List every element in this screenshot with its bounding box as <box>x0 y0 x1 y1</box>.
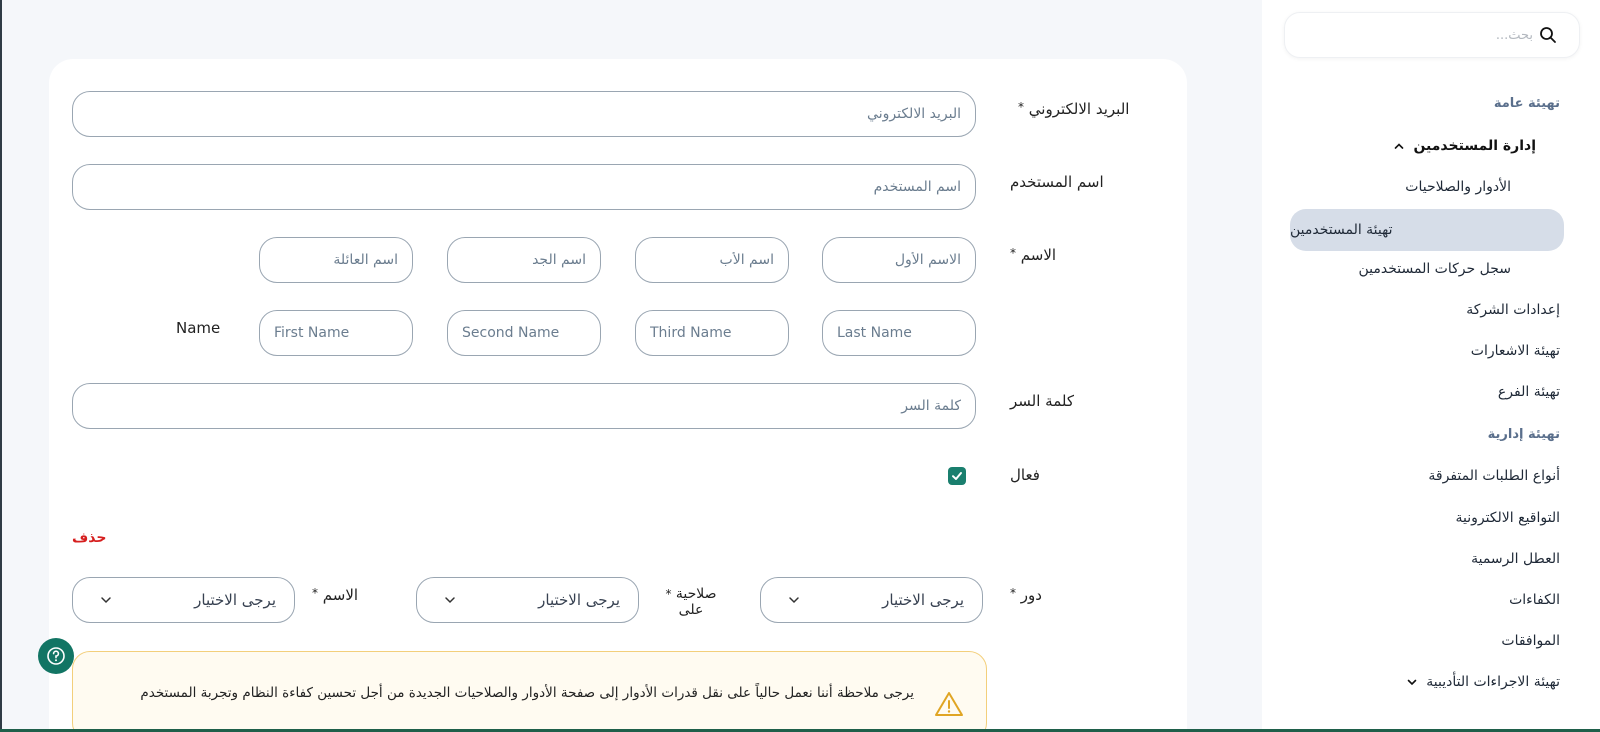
first-name-en-field[interactable] <box>259 310 413 356</box>
sidebar-item-company-settings[interactable]: إعدادات الشركة <box>1466 302 1560 318</box>
delete-link[interactable]: حذف <box>72 530 106 546</box>
sidebar-item-notifications[interactable]: تهيئة الاشعارات <box>1471 343 1560 359</box>
grandfather-name-ar-field[interactable] <box>447 237 601 283</box>
required-mark: * <box>1010 246 1016 260</box>
chevron-down-icon <box>789 597 799 604</box>
sidebar-item-branch[interactable]: تهيئة الفرع <box>1498 384 1560 400</box>
sidebar-item-label: تهيئة المستخدمين <box>1290 222 1393 238</box>
warning-icon <box>935 692 963 716</box>
search-box <box>1284 12 1580 58</box>
role-label-text: دور <box>1020 586 1042 604</box>
sidebar-item-roles[interactable]: الأدوار والصلاحيات <box>1405 179 1511 195</box>
name-en-label: Name <box>176 319 221 337</box>
help-button[interactable] <box>38 638 74 674</box>
second-name-en-field[interactable] <box>447 310 601 356</box>
required-mark: * <box>312 586 318 600</box>
permission-label-line2: على <box>678 602 704 618</box>
sidebar-item-request-types[interactable]: أنواع الطلبات المتفرقة <box>1428 468 1560 484</box>
email-label-text: البريد الالكتروني <box>1028 100 1130 118</box>
name-label-text: الاسم <box>1020 246 1057 264</box>
required-mark: * <box>1018 100 1024 114</box>
sidebar-item-label: إدارة المستخدمين <box>1413 138 1536 154</box>
sidebar-item-disciplinary[interactable]: تهيئة الاجراءات التأديبية <box>1406 674 1560 690</box>
sidebar-item-competencies[interactable]: الكفاءات <box>1509 592 1560 608</box>
sidebar-item-user-management[interactable]: إدارة المستخدمين <box>1393 138 1536 154</box>
permission-label: صلاحية * على <box>658 586 724 618</box>
search-input[interactable] <box>1333 24 1533 46</box>
role-select[interactable]: يرجى الاختيار <box>760 577 983 623</box>
sidebar-item-e-signatures[interactable]: التواقيع الالكترونية <box>1455 510 1560 526</box>
chevron-up-icon <box>1395 143 1404 149</box>
question-mark-icon <box>47 647 65 665</box>
section-admin-title: تهيئة إدارية <box>1487 427 1560 442</box>
role-label: دور * <box>1010 586 1042 604</box>
third-name-en-field[interactable] <box>635 310 789 356</box>
scope-name-label-text: الاسم <box>322 586 359 604</box>
required-mark: * <box>1010 586 1016 600</box>
father-name-ar-field[interactable] <box>635 237 789 283</box>
scope-name-select[interactable]: يرجى الاختيار <box>72 577 295 623</box>
chevron-down-icon <box>1407 679 1417 686</box>
password-label: كلمة السر <box>1010 392 1074 410</box>
sidebar-item-holidays[interactable]: العطل الرسمية <box>1471 551 1560 567</box>
sidebar: تهيئة عامة إدارة المستخدمين الأدوار والص… <box>1262 0 1600 732</box>
name-label: الاسم * <box>1010 246 1056 264</box>
username-label: اسم المستخدم <box>1010 173 1104 191</box>
window-left-border <box>0 0 2 732</box>
roles-notice: يرجى ملاحظة أننا نعمل حالياً على نقل قدر… <box>72 651 987 732</box>
role-select-value: يرجى الاختيار <box>882 591 964 609</box>
permission-select-value: يرجى الاختيار <box>538 591 620 609</box>
active-label: فعال <box>1010 466 1040 484</box>
username-field[interactable] <box>72 164 976 210</box>
email-field[interactable] <box>72 91 976 137</box>
password-field[interactable] <box>72 383 976 429</box>
required-mark: * <box>665 587 672 601</box>
sidebar-item-user-setup[interactable]: تهيئة المستخدمين <box>1290 209 1564 251</box>
chevron-down-icon <box>101 597 111 604</box>
chevron-down-icon <box>445 597 455 604</box>
section-general-title: تهيئة عامة <box>1493 96 1560 111</box>
sidebar-item-label: تهيئة الاجراءات التأديبية <box>1426 674 1560 690</box>
scope-name-select-value: يرجى الاختيار <box>194 591 276 609</box>
last-name-en-field[interactable] <box>822 310 976 356</box>
first-name-ar-field[interactable] <box>822 237 976 283</box>
sidebar-item-user-log[interactable]: سجل حركات المستخدمين <box>1359 261 1512 277</box>
permission-label-line1: صلاحية <box>675 586 717 602</box>
active-checkbox[interactable] <box>948 467 966 485</box>
family-name-ar-field[interactable] <box>259 237 413 283</box>
permission-select[interactable]: يرجى الاختيار <box>416 577 639 623</box>
notice-text: يرجى ملاحظة أننا نعمل حالياً على نقل قدر… <box>140 685 914 701</box>
scope-name-label: الاسم * <box>312 586 358 604</box>
sidebar-item-approvals[interactable]: الموافقات <box>1501 633 1560 649</box>
search-icon <box>1540 27 1556 43</box>
check-icon <box>952 472 962 480</box>
email-label: البريد الالكتروني * <box>1018 100 1129 118</box>
